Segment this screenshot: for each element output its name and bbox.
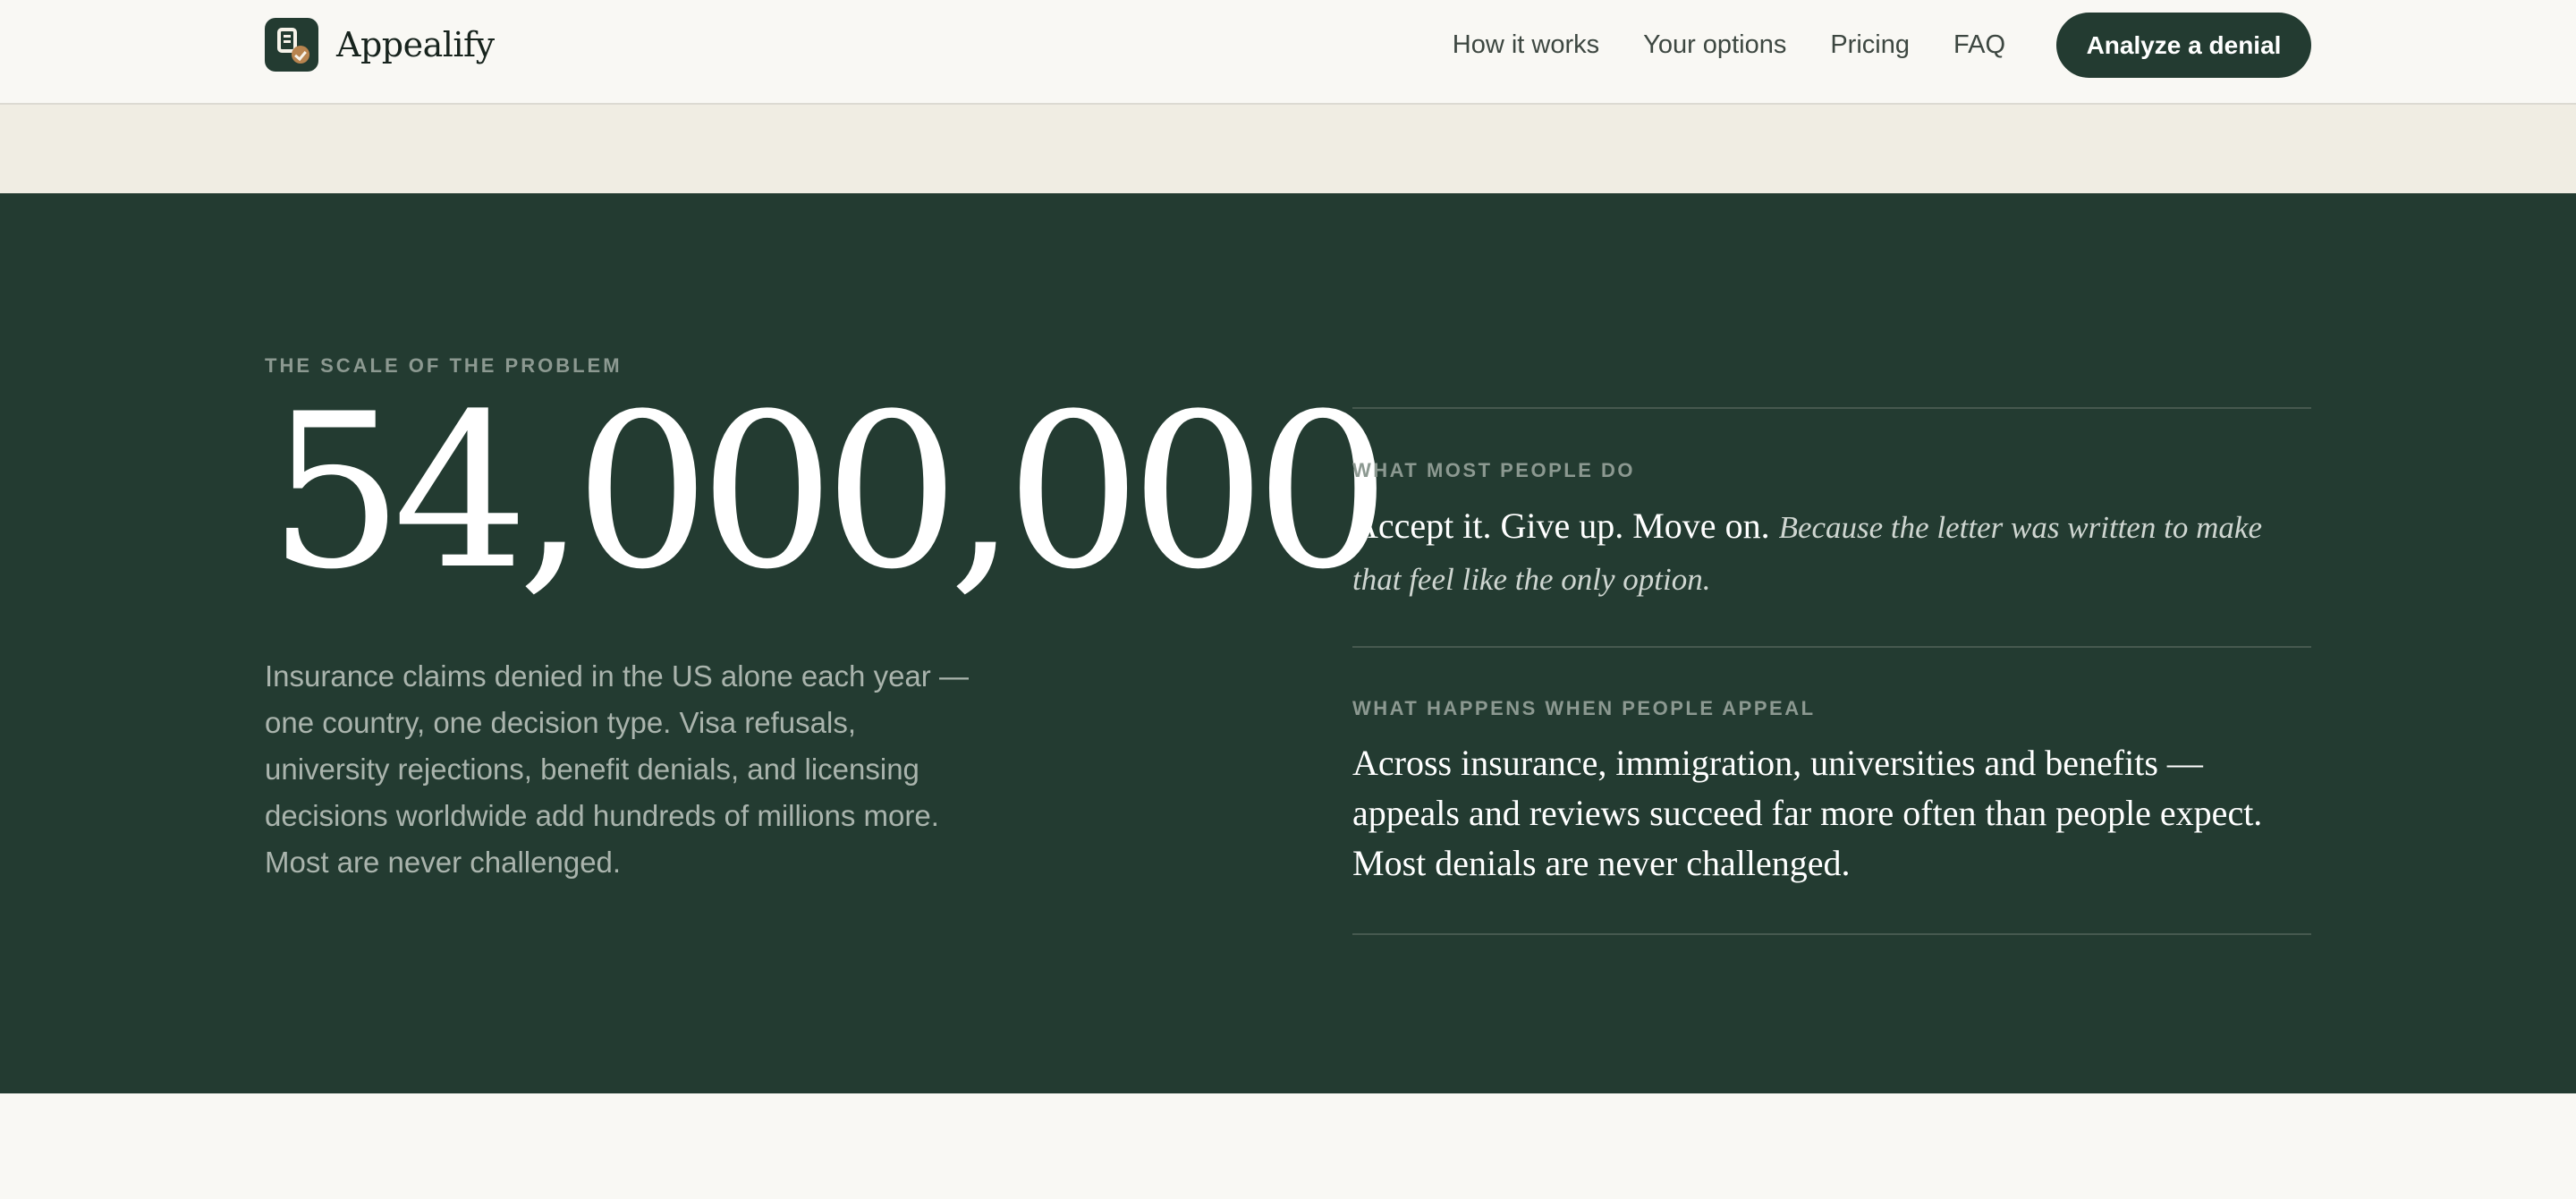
- nav-link-your-options[interactable]: Your options: [1643, 30, 1786, 60]
- most-people-statement: Accept it. Give up. Move on.: [1352, 506, 1770, 546]
- document-check-icon: [265, 18, 318, 72]
- analyze-denial-button[interactable]: Analyze a denial: [2056, 13, 2311, 78]
- appeal-statement: Across insurance, immigration, universit…: [1352, 743, 2263, 883]
- most-people-eyebrow: WHAT MOST PEOPLE DO: [1352, 459, 1635, 481]
- divider-bottom: [1352, 933, 2311, 935]
- primary-nav: How it works Your options Pricing FAQ An…: [1453, 13, 2311, 78]
- most-people-text: Accept it. Give up. Move on. Because the…: [1352, 501, 2311, 605]
- nav-link-pricing[interactable]: Pricing: [1830, 30, 1910, 60]
- divider-middle: [1352, 646, 2311, 648]
- nav-link-faq[interactable]: FAQ: [1953, 30, 2005, 60]
- divider-top: [1352, 407, 2311, 409]
- brand-logo[interactable]: Appealify: [265, 18, 495, 72]
- appeal-eyebrow: WHAT HAPPENS WHEN PEOPLE APPEAL: [1352, 697, 1816, 719]
- brand-name: Appealify: [336, 25, 495, 64]
- denied-claims-number: 54,000,000: [268, 369, 1391, 617]
- stats-description: Insurance claims denied in the US alone …: [265, 659, 969, 879]
- next-section-start: [0, 1093, 2576, 1199]
- section-spacer-band: [0, 105, 2576, 193]
- top-navigation-bar: Appealify How it works Your options Pric…: [0, 0, 2576, 105]
- nav-link-how-it-works[interactable]: How it works: [1453, 30, 1599, 60]
- problem-scale-section: [0, 193, 2576, 1093]
